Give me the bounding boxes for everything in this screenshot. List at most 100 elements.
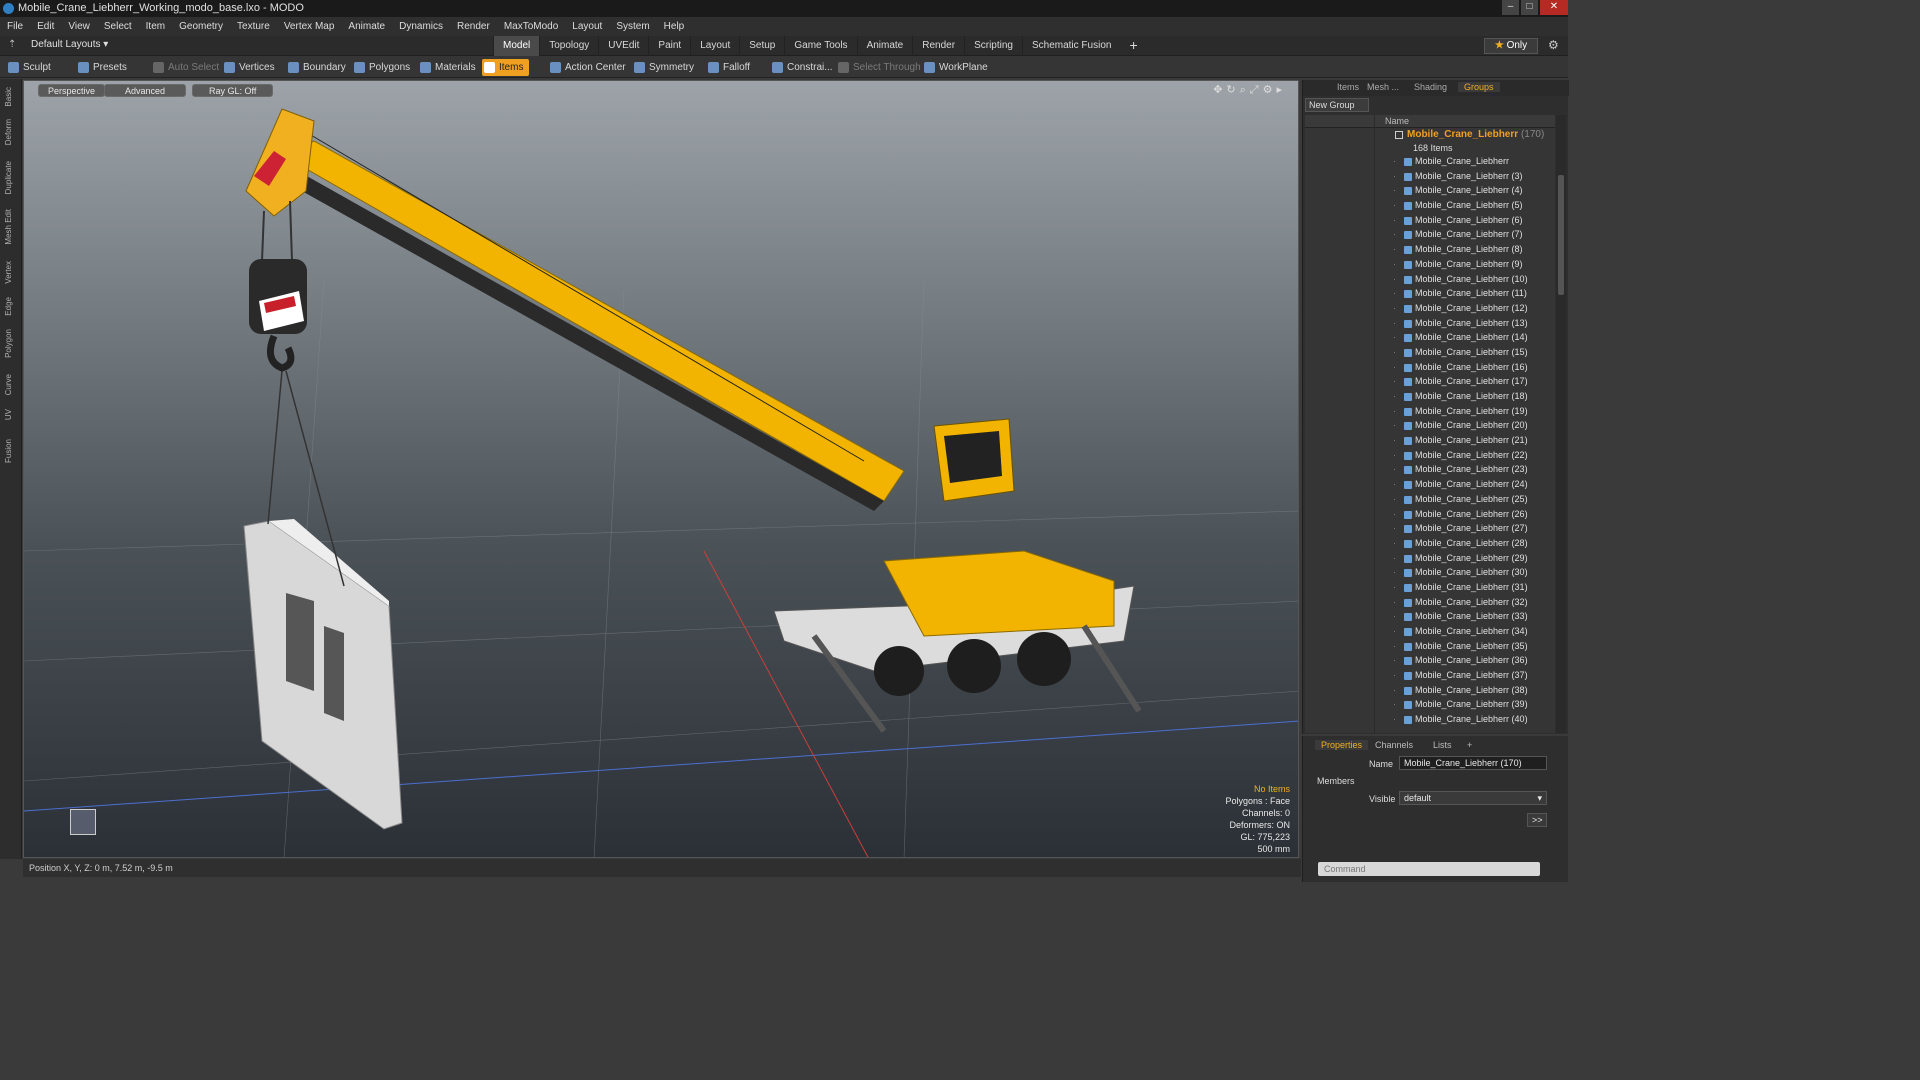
list-item[interactable]: · Mobile_Crane_Liebherr (13) <box>1305 316 1555 331</box>
list-item[interactable]: · Mobile_Crane_Liebherr (30) <box>1305 565 1555 580</box>
perspective-button[interactable]: Perspective <box>38 84 106 97</box>
constraints-button[interactable]: Constrai... <box>770 59 833 76</box>
tab-edge[interactable]: Edge <box>4 297 13 316</box>
tab-paint[interactable]: Paint <box>648 36 690 56</box>
members-section[interactable]: Members <box>1317 776 1355 786</box>
new-group-button[interactable]: New Group <box>1305 98 1369 112</box>
list-item[interactable]: · Mobile_Crane_Liebherr (23) <box>1305 462 1555 477</box>
minimize-icon[interactable]: – <box>1502 0 1519 15</box>
tab-mesh[interactable]: Mesh ... <box>1367 82 1399 92</box>
tab-layout[interactable]: Layout <box>690 36 739 56</box>
list-item[interactable]: · Mobile_Crane_Liebherr (20) <box>1305 418 1555 433</box>
boundary-button[interactable]: Boundary <box>286 59 346 76</box>
menu-view[interactable]: View <box>61 21 97 32</box>
list-item[interactable]: · Mobile_Crane_Liebherr (11) <box>1305 286 1555 301</box>
menu-item[interactable]: Item <box>139 21 172 32</box>
ray-gl-button[interactable]: Ray GL: Off <box>192 84 274 97</box>
list-item[interactable]: · Mobile_Crane_Liebherr (12) <box>1305 301 1555 316</box>
tab-channels[interactable]: Channels <box>1375 740 1413 750</box>
menu-layout[interactable]: Layout <box>565 21 609 32</box>
menu-geometry[interactable]: Geometry <box>172 21 230 32</box>
tab-groups[interactable]: Groups <box>1458 82 1500 92</box>
visible-dropdown[interactable]: default ▾ <box>1399 791 1547 805</box>
close-icon[interactable]: ✕ <box>1540 0 1568 15</box>
default-layouts-dropdown[interactable]: Default Layouts ▾ <box>31 39 108 50</box>
menu-dynamics[interactable]: Dynamics <box>392 21 450 32</box>
list-item[interactable]: · Mobile_Crane_Liebherr (18) <box>1305 389 1555 404</box>
tab-shading[interactable]: Shading <box>1414 82 1447 92</box>
list-item[interactable]: · Mobile_Crane_Liebherr (28) <box>1305 536 1555 551</box>
list-item[interactable]: · Mobile_Crane_Liebherr (35) <box>1305 639 1555 654</box>
group-root[interactable]: Mobile_Crane_Liebherr (170) <box>1305 128 1555 142</box>
3d-viewport[interactable]: Perspective Advanced Ray GL: Off ✥↻⌕⤢⚙▸ … <box>23 80 1299 858</box>
sculpt-button[interactable]: Sculpt <box>6 59 51 76</box>
presets-button[interactable]: Presets <box>76 59 127 76</box>
list-item[interactable]: · Mobile_Crane_Liebherr (32) <box>1305 595 1555 610</box>
list-item[interactable]: · Mobile_Crane_Liebherr (38) <box>1305 683 1555 698</box>
tab-items[interactable]: Items <box>1337 82 1359 92</box>
vertices-button[interactable]: Vertices <box>222 59 275 76</box>
tab-game-tools[interactable]: Game Tools <box>784 36 856 56</box>
viewport-nav-icons[interactable]: ✥↻⌕⤢⚙▸ <box>1213 83 1286 97</box>
list-item[interactable]: · Mobile_Crane_Liebherr <box>1305 154 1555 169</box>
list-item[interactable]: · Mobile_Crane_Liebherr (6) <box>1305 213 1555 228</box>
add-properties-tab[interactable]: + <box>1467 740 1472 750</box>
only-button[interactable]: ★ Only <box>1484 38 1538 54</box>
list-item[interactable]: · Mobile_Crane_Liebherr (26) <box>1305 507 1555 522</box>
list-item[interactable]: · Mobile_Crane_Liebherr (29) <box>1305 551 1555 566</box>
list-item[interactable]: · Mobile_Crane_Liebherr (15) <box>1305 345 1555 360</box>
expand-button[interactable]: >> <box>1527 813 1547 827</box>
command-input[interactable]: Command <box>1318 862 1540 876</box>
list-item[interactable]: · Mobile_Crane_Liebherr (22) <box>1305 448 1555 463</box>
list-item[interactable]: · Mobile_Crane_Liebherr (14) <box>1305 330 1555 345</box>
list-item[interactable]: · Mobile_Crane_Liebherr (16) <box>1305 360 1555 375</box>
tab-uvedit[interactable]: UVEdit <box>598 36 648 56</box>
list-item[interactable]: · Mobile_Crane_Liebherr (33) <box>1305 609 1555 624</box>
list-item[interactable]: · Mobile_Crane_Liebherr (21) <box>1305 433 1555 448</box>
tab-polygon[interactable]: Polygon <box>4 329 13 358</box>
list-item[interactable]: · Mobile_Crane_Liebherr (31) <box>1305 580 1555 595</box>
falloff-button[interactable]: Falloff <box>706 59 750 76</box>
list-item[interactable]: · Mobile_Crane_Liebherr (7) <box>1305 227 1555 242</box>
gear-icon[interactable]: ⚙ <box>1548 38 1559 52</box>
tab-scripting[interactable]: Scripting <box>964 36 1022 56</box>
list-item[interactable]: · Mobile_Crane_Liebherr (19) <box>1305 404 1555 419</box>
add-tab-icon[interactable]: + <box>1120 36 1146 56</box>
advanced-button[interactable]: Advanced <box>104 84 187 97</box>
tab-deform[interactable]: Deform <box>4 119 13 145</box>
list-item[interactable]: · Mobile_Crane_Liebherr (24) <box>1305 477 1555 492</box>
tab-uv[interactable]: UV <box>4 409 13 420</box>
menu-file[interactable]: File <box>0 21 30 32</box>
tab-basic[interactable]: Basic <box>4 87 13 107</box>
list-item[interactable]: · Mobile_Crane_Liebherr (34) <box>1305 624 1555 639</box>
menu-animate[interactable]: Animate <box>341 21 392 32</box>
list-item[interactable]: · Mobile_Crane_Liebherr (36) <box>1305 653 1555 668</box>
list-item[interactable]: · Mobile_Crane_Liebherr (4) <box>1305 183 1555 198</box>
menu-edit[interactable]: Edit <box>30 21 61 32</box>
tree-scrollbar[interactable] <box>1556 115 1566 733</box>
tab-schematic-fusion[interactable]: Schematic Fusion <box>1021 36 1120 56</box>
list-item[interactable]: · Mobile_Crane_Liebherr (37) <box>1305 668 1555 683</box>
tab-curve[interactable]: Curve <box>4 374 13 395</box>
menu-vertex-map[interactable]: Vertex Map <box>277 21 342 32</box>
list-item[interactable]: · Mobile_Crane_Liebherr (25) <box>1305 492 1555 507</box>
workplane-button[interactable]: WorkPlane <box>922 59 988 76</box>
materials-button[interactable]: Materials <box>418 59 476 76</box>
tab-vertex[interactable]: Vertex <box>4 261 13 284</box>
list-item[interactable]: · Mobile_Crane_Liebherr (27) <box>1305 521 1555 536</box>
name-field[interactable]: Mobile_Crane_Liebherr (170) <box>1399 756 1547 770</box>
auto-select-button[interactable]: Auto Select <box>151 59 219 76</box>
menu-system[interactable]: System <box>609 21 656 32</box>
tab-setup[interactable]: Setup <box>739 36 784 56</box>
select-through-button[interactable]: Select Through <box>836 59 921 76</box>
tab-animate[interactable]: Animate <box>856 36 913 56</box>
menu-select[interactable]: Select <box>97 21 139 32</box>
menu-help[interactable]: Help <box>657 21 692 32</box>
list-item[interactable]: · Mobile_Crane_Liebherr (40) <box>1305 712 1555 727</box>
items-button[interactable]: Items <box>482 59 530 76</box>
list-item[interactable]: · Mobile_Crane_Liebherr (39) <box>1305 697 1555 712</box>
tab-lists[interactable]: Lists <box>1433 740 1452 750</box>
tab-mesh-edit[interactable]: Mesh Edit <box>4 209 13 245</box>
menu-maxtomodo[interactable]: MaxToModo <box>497 21 565 32</box>
list-item[interactable]: · Mobile_Crane_Liebherr (17) <box>1305 374 1555 389</box>
